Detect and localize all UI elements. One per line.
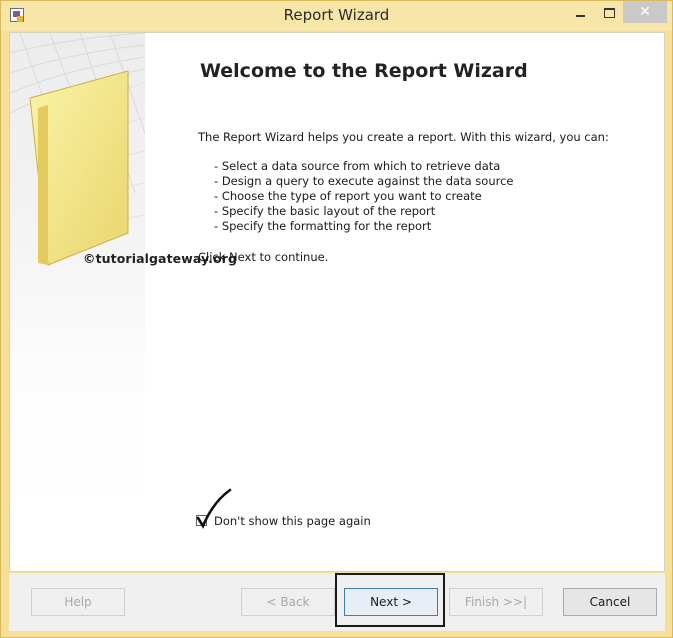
list-item: Design a query to execute against the da… [214, 174, 514, 189]
title-bar[interactable]: Report Wizard ✕ [1, 1, 672, 31]
list-item: Select a data source from which to retri… [214, 159, 514, 174]
back-button[interactable]: < Back [241, 588, 335, 616]
list-item: Choose the type of report you want to cr… [214, 189, 514, 204]
list-item: Specify the basic layout of the report [214, 204, 514, 219]
maximize-icon [603, 8, 615, 18]
button-bar: Help < Back Next > Finish >>| Cancel [9, 573, 665, 631]
page-title: Welcome to the Report Wizard [200, 60, 528, 82]
close-button[interactable]: ✕ [623, 1, 667, 23]
wizard-illustration [10, 33, 145, 571]
feature-list: Select a data source from which to retri… [214, 159, 514, 234]
maximize-button[interactable] [595, 1, 623, 23]
dont-show-option[interactable]: Don't show this page again [194, 488, 374, 533]
intro-text: The Report Wizard helps you create a rep… [198, 130, 609, 144]
wizard-side-graphic [10, 33, 145, 571]
list-item: Specify the formatting for the report [214, 219, 514, 234]
dont-show-label: Don't show this page again [214, 514, 371, 528]
cancel-button[interactable]: Cancel [563, 588, 657, 616]
report-wizard-window: Report Wizard ✕ ©tutorialgateway.org Wel… [0, 0, 673, 638]
minimize-icon [575, 15, 585, 17]
minimize-button[interactable] [566, 1, 594, 23]
continue-text: Click Next to continue. [198, 250, 329, 264]
next-button[interactable]: Next > [344, 588, 438, 616]
close-icon: ✕ [639, 4, 651, 20]
finish-button[interactable]: Finish >>| [449, 588, 543, 616]
help-button[interactable]: Help [31, 588, 125, 616]
